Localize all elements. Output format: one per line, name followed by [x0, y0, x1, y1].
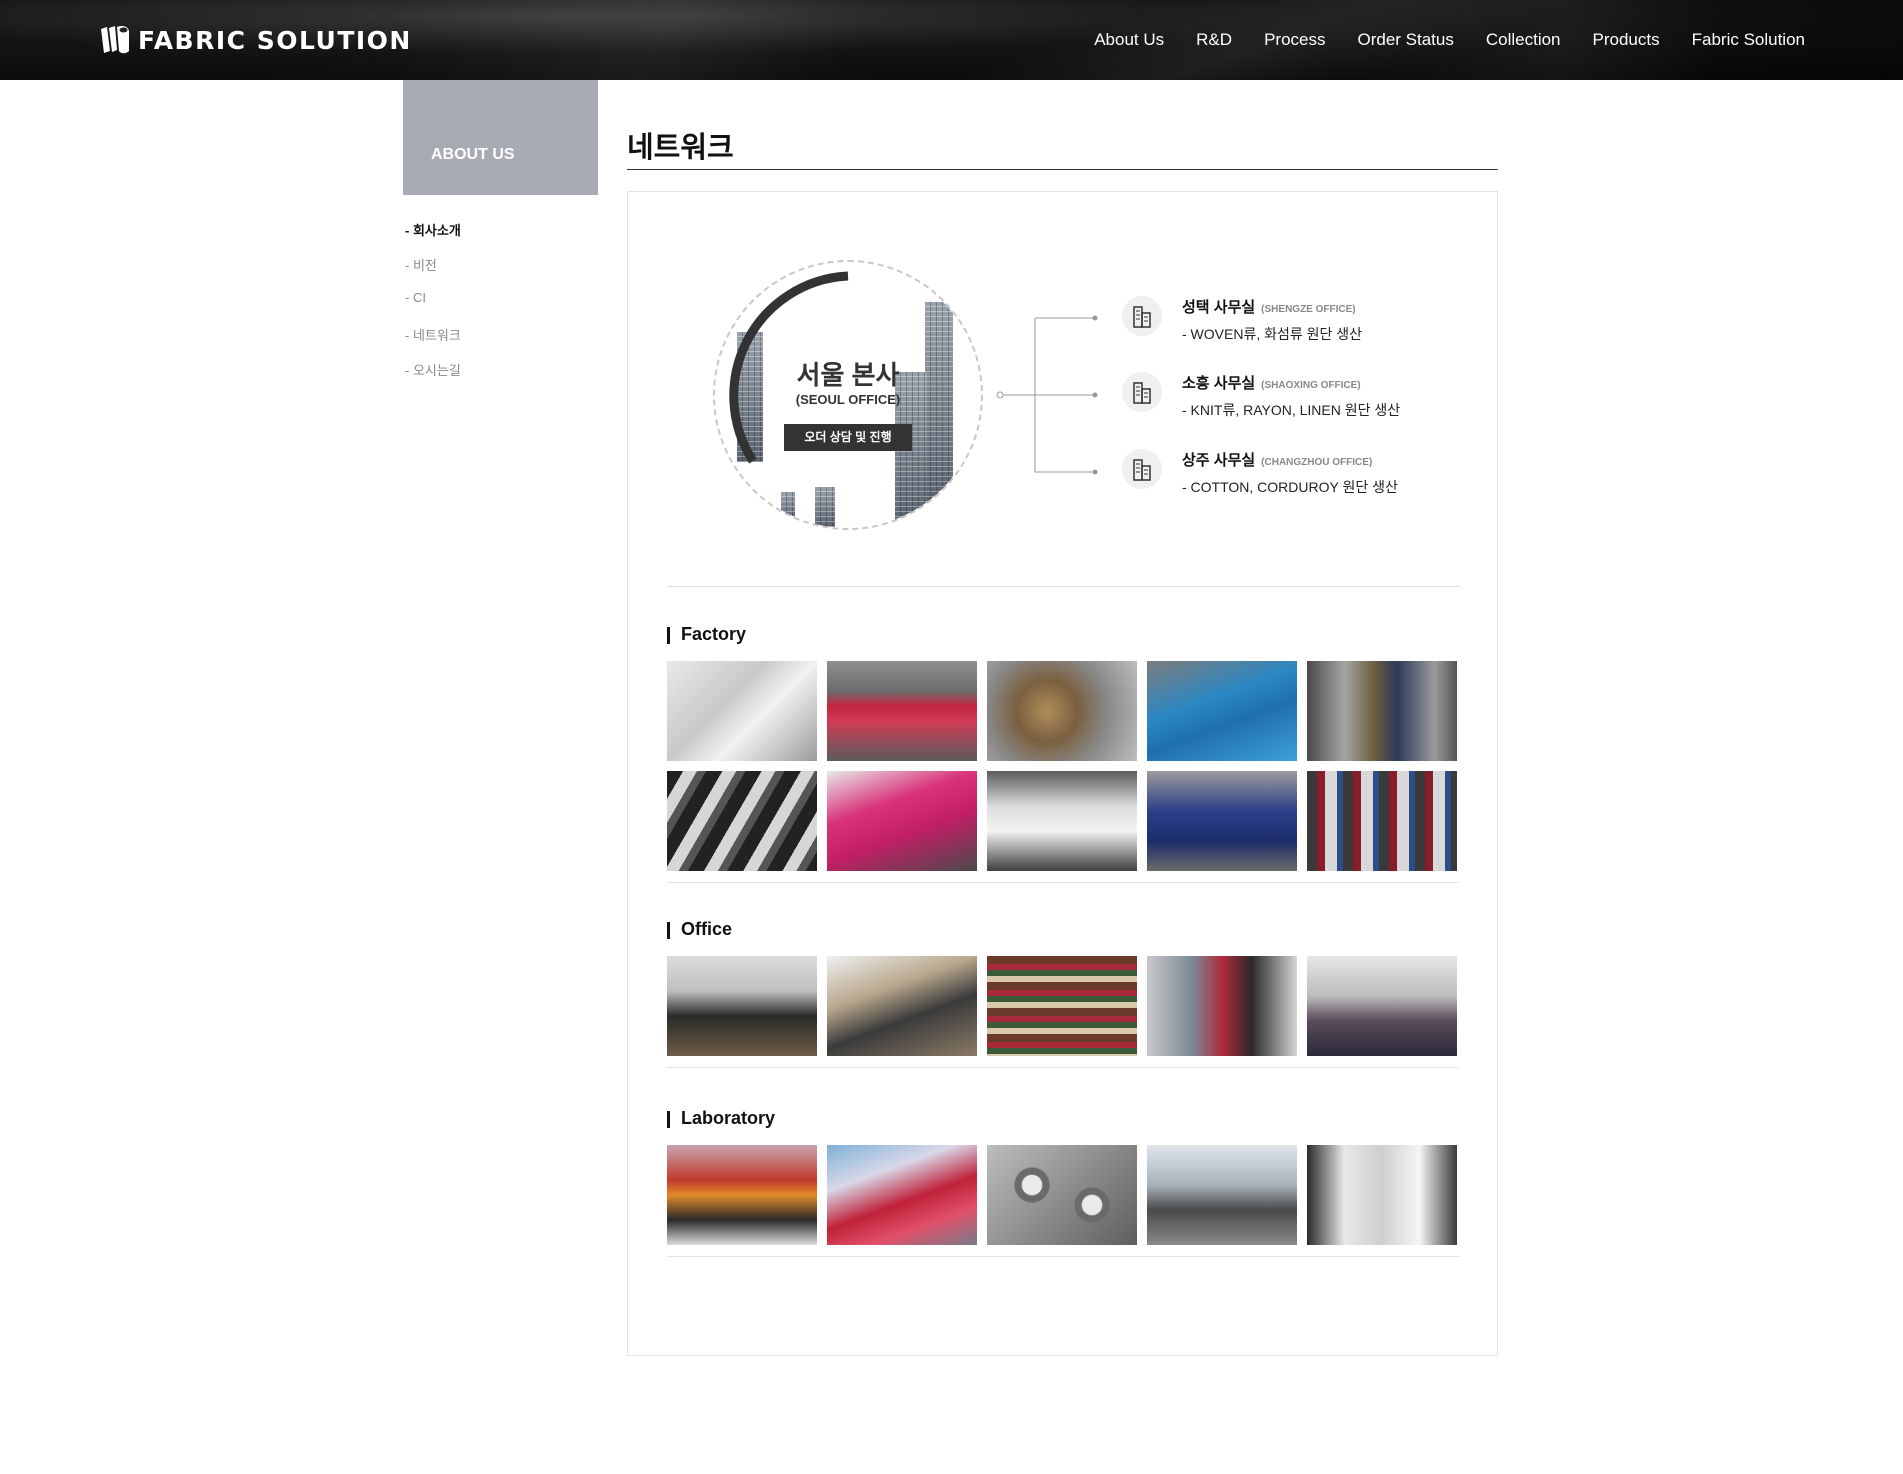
factory-photo[interactable]	[667, 771, 817, 871]
title-divider	[627, 169, 1498, 170]
factory-photo[interactable]	[827, 661, 977, 761]
sidebar-item-company[interactable]: - 회사소개	[405, 220, 461, 255]
network-connector	[996, 315, 1098, 475]
nav-collection[interactable]: Collection	[1486, 30, 1561, 50]
sidebar-menu: - 회사소개 - 비전 - CI - 네트워크 - 오시는길	[405, 220, 461, 395]
sidebar-item-directions[interactable]: - 오시는길	[405, 360, 461, 395]
nav-order-status[interactable]: Order Status	[1357, 30, 1453, 50]
office-photo[interactable]	[827, 956, 977, 1056]
sidebar-item-ci[interactable]: - CI	[405, 290, 461, 325]
logo-text: FABRIC SOLUTION	[138, 25, 412, 55]
factory-photo[interactable]	[1307, 661, 1457, 761]
nav-rnd[interactable]: R&D	[1196, 30, 1232, 50]
row-divider	[667, 1067, 1459, 1068]
office-description: - WOVEN류, 화섬류 원단 생산	[1182, 326, 1363, 342]
office-photo[interactable]	[667, 956, 817, 1056]
sidebar-item-network[interactable]: - 네트워크	[405, 325, 461, 360]
office-description: - KNIT류, RAYON, LINEN 원단 생산	[1182, 402, 1401, 418]
factory-photo[interactable]	[667, 661, 817, 761]
factory-photo[interactable]	[1307, 771, 1457, 871]
factory-photo[interactable]	[1147, 661, 1297, 761]
site-logo[interactable]: FABRIC SOLUTION	[98, 22, 412, 58]
hq-badge: 오더 상담 및 진행	[784, 424, 912, 451]
page-title: 네트워크	[627, 132, 734, 164]
lab-photo[interactable]	[667, 1145, 817, 1245]
office-name: 상주 사무실 (CHANGZHOU OFFICE)	[1182, 452, 1373, 469]
sidebar-item-vision[interactable]: - 비전	[405, 255, 461, 290]
hq-name: 서울 본사	[796, 360, 900, 390]
office-photo[interactable]	[987, 956, 1137, 1056]
main-nav: About Us R&D Process Order Status Collec…	[1094, 0, 1805, 80]
nav-process[interactable]: Process	[1264, 30, 1325, 50]
office-photo[interactable]	[1307, 956, 1457, 1056]
nav-fabric-solution[interactable]: Fabric Solution	[1692, 30, 1805, 50]
nav-products[interactable]: Products	[1593, 30, 1660, 50]
laboratory-heading: Laboratory	[667, 1108, 775, 1129]
factory-photo[interactable]	[827, 771, 977, 871]
lab-photo[interactable]	[1307, 1145, 1457, 1245]
factory-photo[interactable]	[987, 661, 1137, 761]
lab-photo[interactable]	[1147, 1145, 1297, 1245]
factory-photo[interactable]	[1147, 771, 1297, 871]
office-name: 성택 사무실 (SHENGZE OFFICE)	[1182, 299, 1356, 316]
factory-photo[interactable]	[987, 771, 1137, 871]
row-divider	[667, 1256, 1459, 1257]
office-photo[interactable]	[1147, 956, 1297, 1056]
row-divider	[667, 882, 1459, 883]
lab-photo[interactable]	[987, 1145, 1137, 1245]
building-icon	[1122, 296, 1162, 336]
hq-subtitle: (SEOUL OFFICE)	[795, 392, 901, 407]
nav-about-us[interactable]: About Us	[1094, 30, 1164, 50]
section-divider	[667, 586, 1459, 587]
office-name: 소흥 사무실 (SHAOXING OFFICE)	[1182, 375, 1361, 392]
office-heading: Office	[667, 919, 732, 940]
factory-heading: Factory	[667, 624, 746, 645]
site-header: FABRIC SOLUTION About Us R&D Process Ord…	[0, 0, 1903, 80]
lab-photo[interactable]	[827, 1145, 977, 1245]
building-icon	[1122, 449, 1162, 489]
building-icon	[1122, 372, 1162, 412]
office-description: - COTTON, CORDUROY 원단 생산	[1182, 479, 1398, 495]
sidebar-title: ABOUT US	[403, 80, 598, 195]
fabric-roll-icon	[101, 26, 129, 54]
